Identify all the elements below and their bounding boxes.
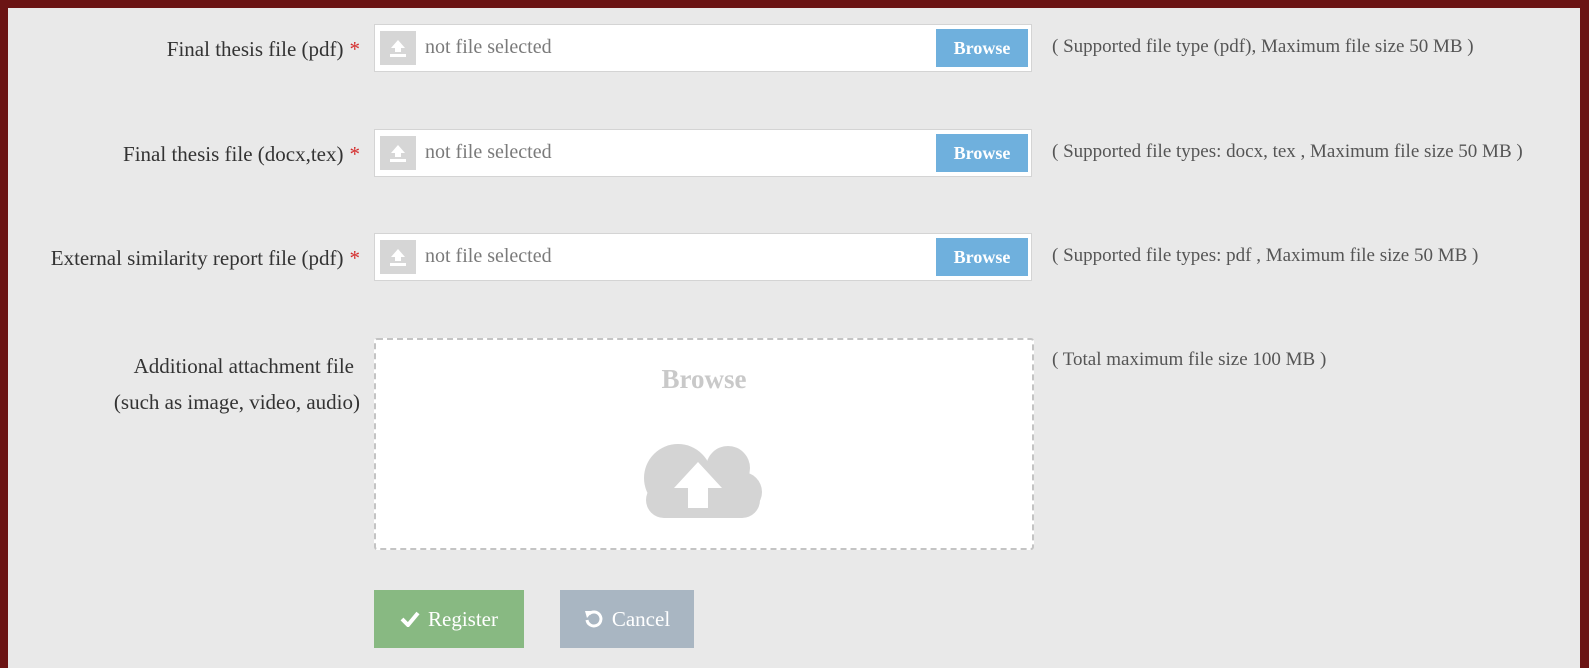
file-type-hint: ( Supported file types: docx, tex , Maxi… <box>1052 141 1523 162</box>
upload-form: Final thesis file (pdf) * not file select… <box>8 8 1580 668</box>
attachment-label-line2: (such as image, video, audio) <box>113 390 360 414</box>
undo-icon <box>584 610 603 628</box>
cancel-button[interactable]: Cancel <box>560 590 694 648</box>
field-final-thesis-docx-tex: Final thesis file (docx,tex) * not file s… <box>8 129 1580 179</box>
upload-icon <box>380 136 416 170</box>
file-input-value: not file selected <box>425 141 552 163</box>
field-final-thesis-pdf: Final thesis file (pdf) * not file select… <box>8 24 1580 74</box>
required-marker: * <box>349 142 361 166</box>
register-label: Register <box>428 607 498 631</box>
browse-button[interactable]: Browse <box>936 238 1028 276</box>
upload-icon <box>380 31 416 65</box>
field-label: Final thesis file (pdf) * <box>166 37 361 61</box>
upload-icon <box>380 240 416 274</box>
file-type-hint: ( Supported file types: pdf , Maximum fi… <box>1052 245 1479 266</box>
check-icon <box>400 611 420 629</box>
cloud-upload-icon <box>644 444 762 518</box>
browse-button[interactable]: Browse <box>936 134 1028 172</box>
file-input-value: not file selected <box>425 36 552 58</box>
field-label: Final thesis file (docx,tex) * <box>123 142 361 166</box>
required-marker: * <box>349 246 361 270</box>
field-label: External similarity report file (pdf) * <box>50 246 361 270</box>
dropzone-browse-label[interactable]: Browse <box>376 364 1032 395</box>
attachment-hint: ( Total maximum file size 100 MB ) <box>1052 349 1327 370</box>
attachment-label-line1: Additional attachment file <box>133 354 354 378</box>
attachment-label: Additional attachment file (such as imag… <box>8 348 360 420</box>
field-similarity-report-pdf: External similarity report file (pdf) * n… <box>8 233 1580 283</box>
required-marker: * <box>349 37 361 61</box>
file-input-similarity-report-pdf[interactable]: not file selected Browse <box>374 233 1032 281</box>
file-input-value: not file selected <box>425 245 552 267</box>
file-input-final-thesis-pdf[interactable]: not file selected Browse <box>374 24 1032 72</box>
attachment-dropzone[interactable]: Browse <box>374 338 1034 550</box>
file-type-hint: ( Supported file type (pdf), Maximum fil… <box>1052 36 1474 57</box>
browse-button[interactable]: Browse <box>936 29 1028 67</box>
cancel-label: Cancel <box>611 607 671 631</box>
register-button[interactable]: Register <box>374 590 524 648</box>
file-input-final-thesis-docx-tex[interactable]: not file selected Browse <box>374 129 1032 177</box>
